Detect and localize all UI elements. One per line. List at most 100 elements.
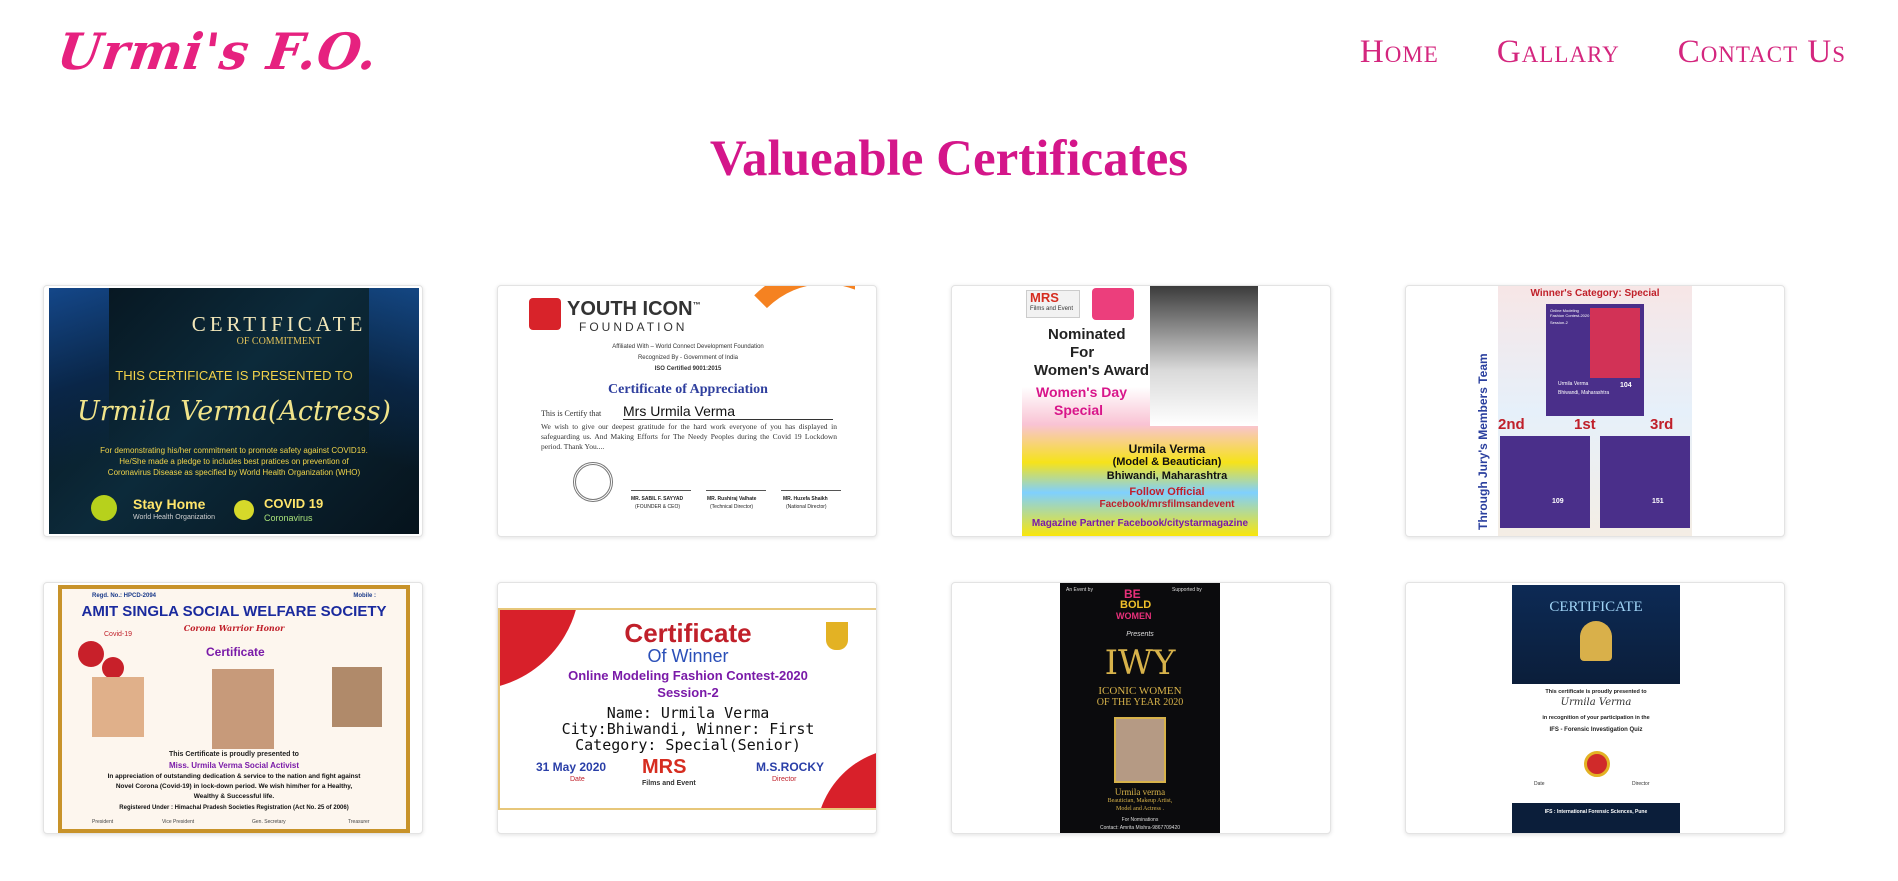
certificate-card-6[interactable]: Certificate Of Winner Online Modeling Fa… (497, 582, 877, 834)
cert4-rank-2: 2nd (1498, 416, 1525, 433)
certificate-image-of-winner: Certificate Of Winner Online Modeling Fa… (498, 608, 876, 810)
cert5-body-1: In appreciation of outstanding dedicatio… (107, 773, 361, 780)
cert4-winner-name: Urmila Verma (1558, 381, 1589, 387)
virus-icon (102, 657, 124, 679)
page-title: Valueable Certificates (709, 131, 1189, 187)
certificate-image-social-welfare: Regd. No.: HPCD-2094 Mobile : AMIT SINGL… (58, 585, 410, 833)
cert4-winner-city: Bhiwandi, Maharashtra (1558, 390, 1610, 396)
cert2-iso: ISO Certified 9001:2015 (654, 366, 722, 372)
cert7-role-2: Model and Actress . (1116, 806, 1164, 812)
cert4-session: Session-2 (1550, 320, 1568, 325)
cert2-sig3-role: (National Director) (786, 504, 827, 510)
award-seal-icon (1584, 751, 1610, 777)
cert4-side: Through Jury's Members Team (1476, 353, 1490, 530)
cert7-year: OF THE YEAR 2020 (1096, 697, 1184, 708)
certificate-card-4[interactable]: Through Jury's Members Team Winner's Cat… (1405, 285, 1785, 537)
cert1-title: CERTIFICATE (191, 312, 367, 336)
cert8-name: Urmila Verma (1560, 697, 1632, 708)
cert5-body-3: Wealthy & Successful life. (193, 793, 275, 800)
cert5-mob: Mobile : (353, 593, 376, 599)
cert1-body-3: Coronavirus Disease as specified by Worl… (107, 468, 361, 477)
cert5-sig-president: President (92, 819, 114, 825)
certificate-card-2[interactable]: YOUTH ICON™ FOUNDATION Affiliated With –… (497, 285, 877, 537)
certificate-card-3[interactable]: MRS Films and Event Nominated For Women'… (951, 285, 1331, 537)
certificate-image-womens-award: MRS Films and Event Nominated For Women'… (1022, 286, 1258, 536)
iso-seal-icon (573, 462, 613, 502)
certificate-card-5[interactable]: Regd. No.: HPCD-2094 Mobile : AMIT SINGL… (43, 582, 423, 834)
certificate-image-forensic-quiz: CERTIFICATE This certificate is proudly … (1512, 585, 1680, 833)
certificate-image-winners-category: Winner's Category: Special Online Modeli… (1498, 286, 1692, 536)
certificate-card-7[interactable]: An Event by Supported by BE BOLD WOMEN P… (951, 582, 1331, 834)
stay-home-icon (91, 495, 117, 521)
cert5-covid: Covid-19 (104, 631, 133, 638)
cert3-follow: Follow Official (1129, 486, 1205, 498)
certificate-card-8[interactable]: CERTIFICATE This certificate is proudly … (1405, 582, 1785, 834)
cert3-name: Urmila Verma (1128, 442, 1206, 456)
cert3-special: Special (1054, 402, 1104, 418)
cert7-iconic: ICONIC WOMEN (1098, 685, 1182, 697)
cert1-body-2: He/She made a pledge to includes best pr… (119, 457, 349, 466)
cert5-reg: Regd. No.: HPCD-2094 (92, 593, 157, 599)
certificate-image-iconic-women: An Event by Supported by BE BOLD WOMEN P… (1060, 583, 1220, 833)
cert2-recognized: Recognized By - Government of India (637, 355, 739, 361)
cert6-contest: Online Modeling Fashion Contest-2020 (568, 668, 808, 683)
cert2-certify: This is Certify that (541, 409, 602, 418)
cert2-affiliated: Affiliated With – World Connect Developm… (612, 344, 764, 350)
cert7-iwy: IWY (1104, 643, 1176, 683)
cert3-day: Women's Day (1036, 384, 1127, 400)
cert7-bold: BOLD (1120, 599, 1152, 611)
nav-home[interactable]: Home (1360, 34, 1439, 71)
certificate-image-commitment: CERTIFICATE OF COMMITMENT THIS CERTIFICA… (49, 288, 419, 534)
cert5-presented: This Certificate is proudly presented to (169, 751, 299, 758)
cert2-sig1-role: (FOUNDER & CEO) (635, 504, 680, 510)
cert8-proud: This certificate is proudly presented to (1545, 689, 1647, 695)
cert7-supported: Supported by (1172, 587, 1202, 593)
main-nav: Home Gallary Contact Us (1360, 34, 1846, 71)
cert1-covid: COVID 19 (264, 496, 324, 511)
cert2-sig2-name: MR. Rushiraj Valhate (707, 496, 757, 502)
virus-icon (78, 641, 104, 667)
cert8-title: CERTIFICATE (1549, 599, 1643, 615)
cert1-name: Urmila Verma(Actress) (77, 396, 391, 427)
cert3-brand: MRS (1030, 290, 1059, 305)
brand-swirl-icon (1092, 288, 1134, 320)
nav-contact-us[interactable]: Contact Us (1678, 34, 1846, 71)
site-logo[interactable]: Urmi's F.O. (54, 22, 382, 81)
cert1-presented: THIS CERTIFICATE IS PRESENTED TO (115, 368, 353, 383)
cert8-footer: IFS : International Forensic Sciences, P… (1544, 809, 1648, 815)
cert7-presents: Presents (1126, 631, 1154, 638)
cert1-stay-home: Stay Home (133, 496, 206, 512)
cert7-contact: Contact: Amrita Mishra-9867709420 (1099, 825, 1181, 831)
cert3-nominated: Nominated (1048, 326, 1126, 343)
cert7-role-1: Beautician, Makeup Artist, (1107, 798, 1173, 804)
nav-gallery[interactable]: Gallary (1497, 34, 1620, 71)
cert2-foundation: FOUNDATION (579, 320, 688, 334)
cert3-partner: Magazine Partner Facebook/citystarmagazi… (1031, 518, 1249, 529)
cert7-nominations: For Nominations (1121, 817, 1159, 823)
cert1-coronavirus: Coronavirus (264, 513, 313, 523)
cert2-sig2-role: (Technical Director) (710, 504, 754, 510)
virus-icon (234, 500, 254, 520)
cert2-org: YOUTH ICON™ (567, 298, 701, 320)
cert2-sig3-name: MR. Huzefa Shaikh (783, 496, 828, 502)
cert6-director: M.S.ROCKY (756, 760, 825, 774)
cert4-rank-3: 3rd (1650, 416, 1674, 433)
cert6-date-label: Date (570, 776, 585, 783)
youth-icon-logo-icon (529, 298, 561, 330)
cert3-city: Bhiwandi, Maharashtra (1106, 470, 1228, 482)
cert4-rank-1: 1st (1574, 416, 1596, 433)
cert1-subtitle: OF COMMITMENT (236, 336, 322, 347)
cert5-body-2: Novel Corona (Covid-19) in lock-down per… (115, 783, 353, 790)
cert4-right-no: 151 (1652, 498, 1664, 505)
ifs-emblem-icon (1580, 621, 1612, 661)
cert5-cert: Certificate (206, 645, 265, 659)
cert7-name: Urmila verma (1114, 787, 1166, 797)
cert2-title: Certificate of Appreciation (608, 382, 768, 397)
cert2-name: Mrs Urmila Verma (623, 403, 833, 420)
cert3-brand-sub: Films and Event (1030, 306, 1074, 312)
cert4-left-no: 109 (1552, 498, 1564, 505)
cert6-brand: MRS (642, 756, 687, 778)
cert5-sig-treasurer: Treasurer (348, 819, 370, 825)
cert5-name: Miss. Urmila Verma Social Activist (169, 761, 299, 770)
certificate-card-1[interactable]: CERTIFICATE OF COMMITMENT THIS CERTIFICA… (43, 285, 423, 537)
